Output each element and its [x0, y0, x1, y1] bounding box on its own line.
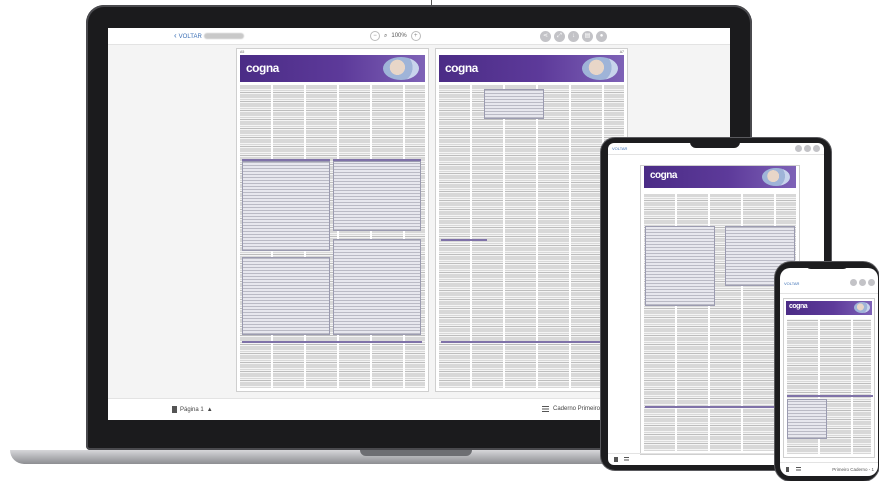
edition-selector[interactable] — [204, 33, 244, 39]
banner-photo — [854, 302, 870, 313]
list-icon[interactable] — [624, 457, 629, 462]
newspaper-page-left[interactable]: A5 cogna — [236, 48, 429, 392]
page-icon[interactable] — [786, 467, 789, 472]
zoom-in-button[interactable]: + — [410, 31, 421, 41]
section-bar — [441, 239, 487, 241]
print-icon[interactable]: ▤ — [582, 31, 593, 42]
search-icon: ⌕ — [384, 32, 388, 39]
financial-table — [333, 239, 421, 335]
section-bar — [333, 159, 421, 161]
section-bar — [441, 341, 621, 343]
brand-logo: cogna — [445, 61, 478, 75]
page-selector[interactable]: Página 1 ▲ — [172, 406, 213, 413]
action-buttons — [850, 279, 875, 286]
fullscreen-icon[interactable] — [804, 145, 811, 152]
phone-notch — [805, 262, 849, 269]
ad-banner: cogna — [644, 166, 796, 188]
phone-screen: VOLTAR cogna Primeiro Caderno - 1 — [780, 268, 878, 476]
newspaper-page[interactable]: cogna — [783, 298, 875, 458]
share-icon[interactable]: ⋖ — [540, 31, 551, 42]
page-icon[interactable] — [614, 457, 618, 462]
banner-photo — [582, 57, 618, 80]
action-buttons — [795, 145, 820, 152]
brand-logo: cogna — [246, 61, 279, 75]
section-bar — [787, 395, 873, 397]
financial-table — [787, 399, 827, 439]
list-icon — [542, 406, 549, 412]
caderno-label[interactable]: Primeiro Caderno - 1 — [832, 467, 874, 472]
financial-table — [484, 89, 544, 119]
newspaper-page-right[interactable]: A7 cogna — [435, 48, 628, 392]
ad-banner: cogna — [786, 301, 872, 315]
back-button[interactable]: VOLTAR — [612, 146, 627, 151]
section-bar — [645, 406, 795, 408]
share-icon[interactable] — [795, 145, 802, 152]
page-label: Página 1 — [180, 406, 204, 413]
laptop-notch — [360, 450, 472, 456]
list-icon[interactable] — [796, 467, 801, 472]
brand-logo: cogna — [650, 170, 677, 181]
financial-table — [333, 161, 421, 231]
back-label: VOLTAR — [178, 34, 202, 40]
financial-table — [242, 161, 330, 251]
zoom-level: 100% — [391, 33, 407, 39]
user-icon[interactable]: ● — [596, 31, 607, 42]
ad-banner: cogna — [439, 55, 624, 82]
financial-table — [645, 226, 715, 306]
financial-table — [242, 257, 330, 335]
zoom-out-button[interactable]: − — [370, 31, 380, 41]
stage: ‹ VOLTAR − ⌕ 100% + ⋖ ⤢ ↓ ▤ ● A5 cogna A… — [0, 0, 879, 481]
back-button[interactable]: VOLTAR — [784, 281, 799, 286]
page-icon — [172, 406, 177, 413]
chevron-up-icon: ▲ — [206, 406, 213, 413]
phone-toolbar: VOLTAR — [780, 268, 878, 294]
fullscreen-icon[interactable] — [859, 279, 866, 286]
section-bar — [242, 159, 330, 161]
section-bar — [242, 341, 422, 343]
back-button[interactable]: ‹ VOLTAR — [174, 31, 202, 40]
phone-bottombar: Primeiro Caderno - 1 — [780, 462, 878, 476]
fullscreen-icon[interactable]: ⤢ — [554, 31, 565, 42]
download-icon[interactable] — [813, 145, 820, 152]
banner-photo — [383, 57, 419, 80]
download-icon[interactable]: ↓ — [568, 31, 579, 42]
viewer-toolbar: ‹ VOLTAR − ⌕ 100% + ⋖ ⤢ ↓ ▤ ● — [108, 28, 730, 45]
chevron-left-icon: ‹ — [174, 31, 177, 40]
newspaper-spread: A5 cogna A7 cogna — [236, 48, 628, 392]
tablet-camera-notch — [690, 139, 740, 148]
zoom-control: − ⌕ 100% + — [370, 31, 421, 41]
ad-banner: cogna — [240, 55, 425, 82]
share-icon[interactable] — [850, 279, 857, 286]
banner-photo — [762, 168, 790, 186]
brand-logo: cogna — [789, 303, 808, 310]
action-buttons: ⋖ ⤢ ↓ ▤ ● — [540, 31, 607, 42]
download-icon[interactable] — [868, 279, 875, 286]
